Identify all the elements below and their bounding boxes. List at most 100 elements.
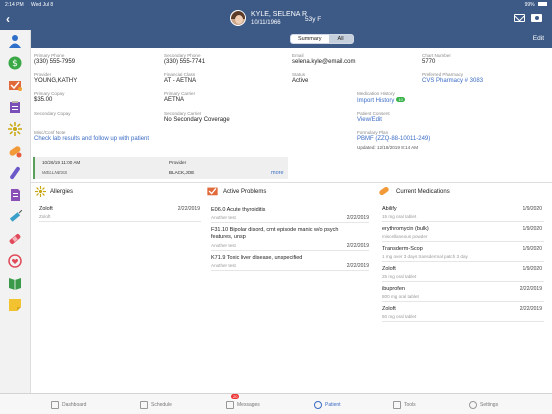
view-toolbar: Summary All Edit [31, 30, 552, 48]
problem-date: 2/22/2019 [346, 243, 369, 249]
allergies-title: Allergies [50, 189, 74, 195]
bandage-icon[interactable] [7, 232, 23, 246]
syringe-icon[interactable] [7, 210, 23, 224]
tab-tools[interactable]: Tools [393, 398, 416, 412]
allergy-flower-icon[interactable] [7, 122, 23, 136]
primary-phone-label: Primary Phone [34, 53, 65, 58]
secondary-phone: (330) 555-7741 [164, 59, 206, 65]
preferred-pharmacy-label: Preferred Pharmacy [422, 72, 464, 77]
medication-name[interactable]: erythromycin (bulk) [382, 226, 429, 232]
patient-name: KYLE, SELENA R [251, 11, 308, 18]
section-divider [31, 182, 552, 183]
problem-note: Another test [211, 243, 236, 248]
tab-messages[interactable]: Messages [226, 398, 260, 412]
tab-all[interactable]: All [328, 35, 353, 43]
medication-date: 2/22/2019 [519, 286, 542, 292]
notes-sticky-icon[interactable] [7, 298, 23, 312]
appointment-more-link[interactable]: more [271, 170, 284, 176]
tab-dashboard[interactable]: Dashboard [51, 398, 86, 412]
back-chevron-icon[interactable]: ‹ [6, 12, 10, 26]
medication-name[interactable]: Zoloft [382, 266, 396, 272]
formulary-plan-link[interactable]: PBMF (ZZQ-88-10011-249) [357, 136, 430, 142]
problem-date: 2/22/2019 [346, 215, 369, 221]
medication-name[interactable]: Transderm-Scop [382, 246, 423, 252]
tab-summary[interactable]: Summary [291, 35, 329, 43]
bottom-tab-bar: Dashboard Schedule Messages 20 Patient T… [0, 393, 552, 414]
education-book-icon[interactable] [7, 276, 23, 290]
primary-carrier: AETNA [164, 97, 185, 103]
lab-tube-icon[interactable] [7, 166, 23, 180]
medication-name[interactable]: Zoloft [382, 306, 396, 312]
mail-icon[interactable] [514, 14, 525, 22]
tab-settings-label: Settings [480, 402, 499, 408]
medication-history-label: Medication History [357, 91, 395, 96]
person-icon [314, 401, 322, 409]
tab-schedule[interactable]: Schedule [140, 398, 172, 412]
gear-icon [469, 401, 477, 409]
import-history-link[interactable]: Import History 10 [357, 97, 405, 104]
medication-pill-icon [378, 185, 390, 199]
medication-name[interactable]: Abilify [382, 206, 397, 212]
patient-avatar [230, 10, 246, 26]
status-label: Status [292, 72, 306, 77]
problem-name[interactable]: K71.9 Toxic liver disease, unspecified [211, 255, 302, 261]
envelope-icon [226, 401, 234, 409]
medication-date: 2/22/2019 [519, 306, 542, 312]
battery-icon [538, 1, 547, 6]
medication-date: 1/9/2020 [522, 266, 542, 272]
chart-number: 5770 [422, 59, 436, 65]
problem-note: Another test [211, 263, 236, 268]
medication-history-badge: 10 [396, 97, 405, 102]
medication-dose: miscellaneous powder [382, 234, 428, 239]
email-label: Email [292, 53, 304, 58]
tab-patient[interactable]: Patient [314, 398, 341, 412]
medication-pill-icon[interactable] [7, 144, 23, 158]
appointment-card[interactable]: 10/26/19 11:00 AM Provider WELLNESS BLAC… [33, 157, 288, 179]
status-time: 2:14 PM [5, 1, 24, 8]
medication-dose: 800 mg oral tablet [382, 294, 419, 299]
medication-dose: 15 mg oral tablet [382, 214, 417, 219]
primary-phone: (330) 555-7959 [34, 59, 76, 65]
svg-text:$: $ [12, 59, 18, 69]
view-segmented-control: Summary All [290, 34, 354, 44]
patient-header: ‹ KYLE, SELENA R 10/11/1966 53y F [0, 9, 552, 30]
patient-person-icon[interactable] [7, 34, 23, 48]
preferred-pharmacy-link[interactable]: CVS Pharmacy # 3083 [422, 78, 483, 84]
misc-note-label: Misc/Conf Note [34, 130, 66, 135]
messages-badge: 20 [231, 394, 240, 399]
primary-copay-label: Primary Copay [34, 91, 65, 96]
primary-carrier-label: Primary Carrier [164, 91, 196, 96]
inbox-tray-icon[interactable] [7, 78, 23, 92]
provider-label: Provider [34, 72, 52, 77]
medication-date: 1/9/2020 [522, 226, 542, 232]
sidebar: $ [0, 30, 31, 393]
medication-name[interactable]: ibuprofen [382, 286, 405, 292]
problem-name[interactable]: E06.0 Acute thyroiditis [211, 207, 265, 213]
tab-messages-label: Messages [237, 402, 260, 408]
medication-date: 1/9/2020 [522, 246, 542, 252]
patient-consent-link[interactable]: View/Edit [357, 117, 382, 123]
allergy-reaction: Zoloft [39, 214, 51, 219]
status-value: Active [292, 78, 309, 84]
edit-button[interactable]: Edit [533, 35, 544, 42]
financial-class-label: Financial Class [164, 72, 196, 77]
clipboard-icon[interactable] [7, 100, 23, 114]
heart-health-icon[interactable] [7, 254, 23, 268]
financial-class: AT - AETNA [164, 78, 197, 84]
secondary-carrier: No Secondary Coverage [164, 117, 230, 123]
misc-note-link[interactable]: Check lab results and follow up with pat… [34, 136, 149, 142]
current-medications-title: Current Medications [396, 189, 450, 195]
allergy-flower-icon [35, 186, 46, 199]
billing-dollar-icon[interactable]: $ [7, 56, 23, 70]
appointment-type: WELLNESS [42, 170, 68, 175]
formulary-plan-label: Formulary Plan [357, 130, 389, 135]
tab-settings[interactable]: Settings [469, 398, 498, 412]
user-profile-icon[interactable] [531, 14, 542, 22]
appointment-provider: BLACK,JOE [169, 170, 195, 175]
active-problems-title: Active Problems [223, 189, 267, 195]
patient-consent-label: Patient Consent [357, 111, 390, 116]
documents-icon[interactable] [7, 188, 23, 202]
problem-name[interactable]: F31.10 Bipolar disord, crnt episode mani… [211, 227, 341, 241]
primary-copay: $35.00 [34, 97, 53, 103]
status-bar: 2:14 PM Wed Jul 8 99% [0, 0, 552, 9]
